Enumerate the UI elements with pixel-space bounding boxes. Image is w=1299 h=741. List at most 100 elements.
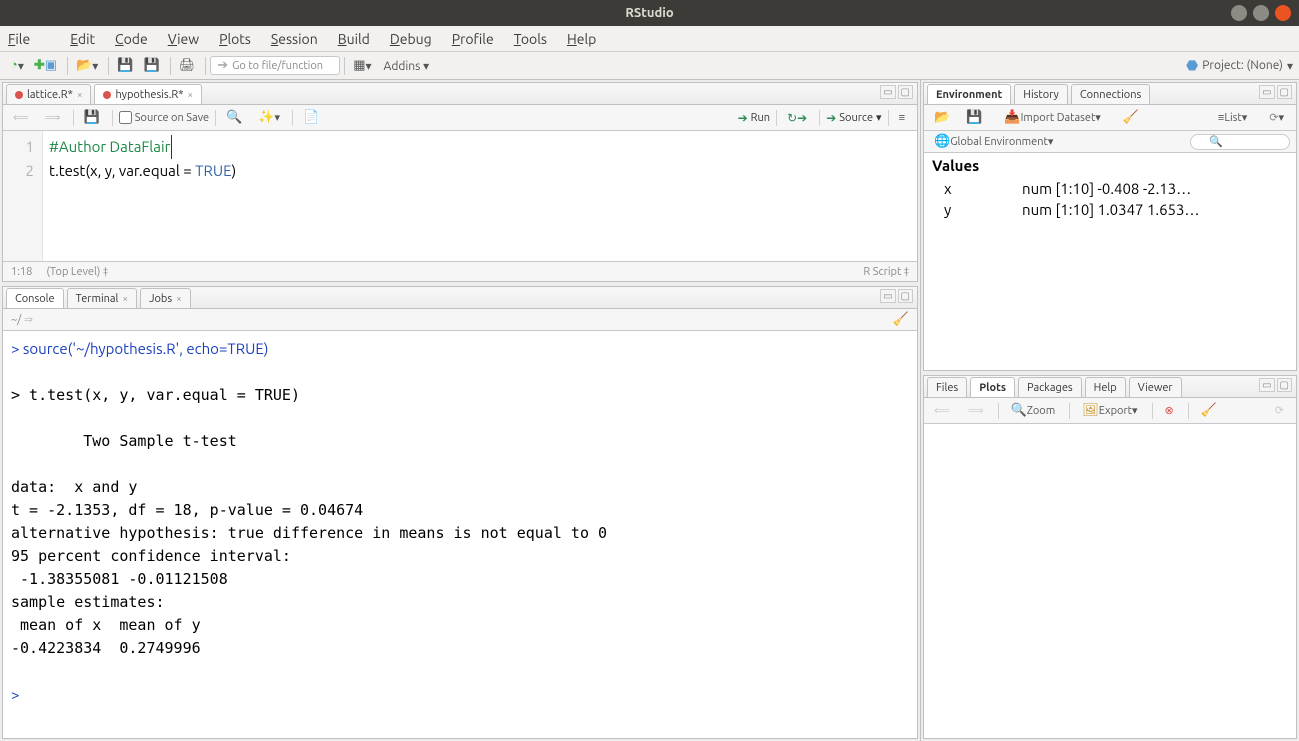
modified-indicator-icon [103,91,111,99]
window-title: RStudio [625,6,673,20]
remove-plot-button[interactable]: ⊗ [1161,402,1178,419]
menu-session[interactable]: Session [271,31,318,47]
modified-indicator-icon [15,91,23,99]
scope-indicator[interactable]: (Top Level) ‡ [46,266,108,278]
source-tab-hypothesis[interactable]: hypothesis.R*× [94,84,202,104]
load-workspace-button[interactable]: 📂 [930,109,954,126]
clear-env-button[interactable]: 🧹 [1119,109,1143,126]
back-button[interactable]: ⟸ [9,109,33,126]
source-statusbar: 1:18 (Top Level) ‡ R Script ‡ [3,261,917,281]
code-content[interactable]: #Author DataFlair t.test(x, y, var.equal… [43,131,242,261]
run-button[interactable]: ➔Run [738,111,770,125]
clear-console-button[interactable]: 🧹 [893,313,909,326]
pane-minimize-icon[interactable]: ▭ [880,85,895,99]
menu-build[interactable]: Build [338,31,370,47]
menu-edit[interactable]: Edit [70,31,95,47]
tab-jobs[interactable]: Jobs× [140,288,191,308]
console-panel: Console Terminal× Jobs× ▭▢ ~/ ⇒ 🧹 > sour… [2,286,918,739]
console-path-bar: ~/ ⇒ 🧹 [3,309,917,331]
plot-next-button[interactable]: ⟹ [964,402,988,419]
save-all-button[interactable]: 💾 [140,57,164,74]
pane-maximize-icon[interactable]: ▢ [898,289,913,303]
addins-menu[interactable]: Addins ▾ [378,57,436,75]
pane-maximize-icon[interactable]: ▢ [1277,378,1292,392]
env-section-values: Values [924,153,1296,178]
main-toolbar: ◔ ▾ ✚▣ 📂 ▾ 💾 💾 🖨 ➔Go to file/function ▦ … [0,52,1299,80]
menu-debug[interactable]: Debug [390,31,432,47]
language-indicator[interactable]: R Script ‡ [863,266,909,278]
pane-maximize-icon[interactable]: ▢ [1277,85,1292,99]
window-minimize-button[interactable] [1231,5,1247,21]
zoom-button[interactable]: 🔍 Zoom [1007,402,1060,419]
pane-minimize-icon[interactable]: ▭ [880,289,895,303]
refresh-button[interactable]: ⟳ ▾ [1265,109,1288,126]
new-project-button[interactable]: ✚▣ [30,57,61,74]
source-on-save-checkbox[interactable]: Source on Save [119,111,209,124]
new-file-button[interactable]: ◔ ▾ [6,57,28,75]
open-file-button[interactable]: 📂 ▾ [72,57,102,75]
save-button[interactable]: 💾 [113,57,137,74]
rerun-button[interactable]: ↻➔ [783,109,811,127]
console-output[interactable]: > source('~/hypothesis.R', echo=TRUE) > … [3,331,917,738]
plot-prev-button[interactable]: ⟸ [930,402,954,419]
scope-selector[interactable]: 🌐 Global Environment ▾ [930,133,1057,150]
env-row[interactable]: ynum [1:10] 1.0347 1.653… [924,199,1296,220]
list-mode-button[interactable]: ≡ List ▾ [1214,109,1251,126]
outline-button[interactable]: ≡ [895,110,909,126]
tab-environment[interactable]: Environment [927,84,1011,104]
menu-help[interactable]: Help [567,31,596,47]
print-button[interactable]: 🖨 [175,57,200,74]
tab-files[interactable]: Files [927,377,967,397]
forward-button[interactable]: ⟹ [41,109,65,126]
pane-maximize-icon[interactable]: ▢ [898,85,913,99]
pane-minimize-icon[interactable]: ▭ [1259,85,1274,99]
window-maximize-button[interactable] [1253,5,1269,21]
window-close-button[interactable] [1275,5,1291,21]
tab-help[interactable]: Help [1085,377,1126,397]
env-scope-bar: 🌐 Global Environment ▾ [924,131,1296,153]
export-button[interactable]: 🖼 Export ▾ [1078,402,1141,419]
goto-file-input[interactable]: ➔Go to file/function [210,56,340,75]
report-button[interactable]: 📄 [299,109,323,126]
save-source-button[interactable]: 💾 [80,109,104,126]
plots-tabstrip: Files Plots Packages Help Viewer ▭▢ [924,376,1296,398]
tab-history[interactable]: History [1014,84,1068,104]
console-tabstrip: Console Terminal× Jobs× ▭▢ [3,287,917,309]
source-button[interactable]: ➔Source ▾ [826,111,881,125]
menu-file[interactable]: File [8,31,50,47]
close-icon[interactable]: × [122,293,128,304]
refresh-plots-button[interactable]: ⟳ [1271,402,1288,419]
close-icon[interactable]: × [176,293,182,304]
env-search-input[interactable] [1190,134,1290,150]
menu-profile[interactable]: Profile [452,31,494,47]
tab-packages[interactable]: Packages [1018,377,1082,397]
menu-view[interactable]: View [168,31,199,47]
tab-console[interactable]: Console [6,288,64,308]
env-row[interactable]: xnum [1:10] -0.408 -2.13… [924,178,1296,199]
source-tab-lattice[interactable]: lattice.R*× [6,84,91,104]
grid-button[interactable]: ▦ ▾ [349,57,375,75]
close-icon[interactable]: × [77,89,83,100]
menu-plots[interactable]: Plots [219,31,251,47]
save-workspace-button[interactable]: 💾 [962,109,986,126]
tab-connections[interactable]: Connections [1071,84,1150,104]
close-icon[interactable]: × [188,89,194,100]
environment-panel: Environment History Connections ▭▢ 📂 💾 📥… [923,82,1297,371]
tab-plots[interactable]: Plots [970,377,1015,397]
import-dataset-button[interactable]: 📥 Import Dataset ▾ [1000,109,1104,126]
source-tabstrip: lattice.R*× hypothesis.R*× ▭▢ [3,83,917,105]
window-titlebar: RStudio [0,0,1299,26]
find-button[interactable]: 🔍 [222,109,246,126]
plot-area [924,424,1296,738]
pane-minimize-icon[interactable]: ▭ [1259,378,1274,392]
menu-code[interactable]: Code [115,31,148,47]
code-editor[interactable]: 12 #Author DataFlair t.test(x, y, var.eq… [3,131,917,261]
project-indicator[interactable]: ⬣Project: (None) ▾ [1186,57,1293,74]
clear-plots-button[interactable]: 🧹 [1197,402,1221,419]
source-panel: lattice.R*× hypothesis.R*× ▭▢ ⟸ ⟹ 💾 Sour… [2,82,918,282]
menu-tools[interactable]: Tools [514,31,547,47]
wand-button[interactable]: ✨ ▾ [254,109,284,126]
separator [67,57,68,75]
tab-terminal[interactable]: Terminal× [67,288,137,308]
tab-viewer[interactable]: Viewer [1129,377,1182,397]
